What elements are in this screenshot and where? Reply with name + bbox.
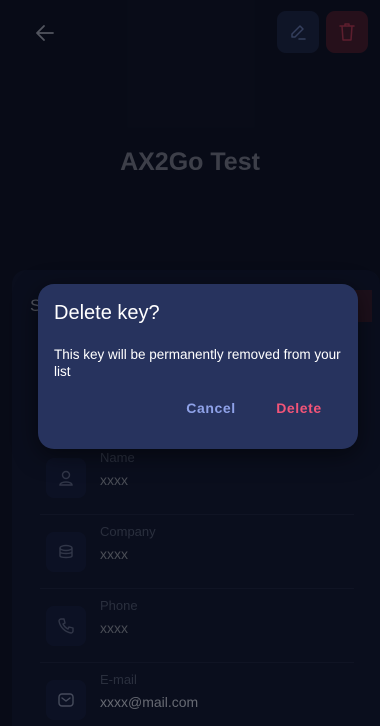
cancel-button[interactable]: Cancel bbox=[180, 396, 242, 420]
dialog-message: This key will be permanently removed fro… bbox=[54, 347, 341, 379]
delete-key-dialog: Delete key? This key will be permanently… bbox=[38, 284, 358, 449]
confirm-delete-button[interactable]: Delete bbox=[268, 396, 330, 420]
dialog-title: Delete key? bbox=[54, 302, 160, 324]
contact-screen: AX2Go Test S Name xxxx Company xxxx Phon… bbox=[0, 0, 380, 726]
